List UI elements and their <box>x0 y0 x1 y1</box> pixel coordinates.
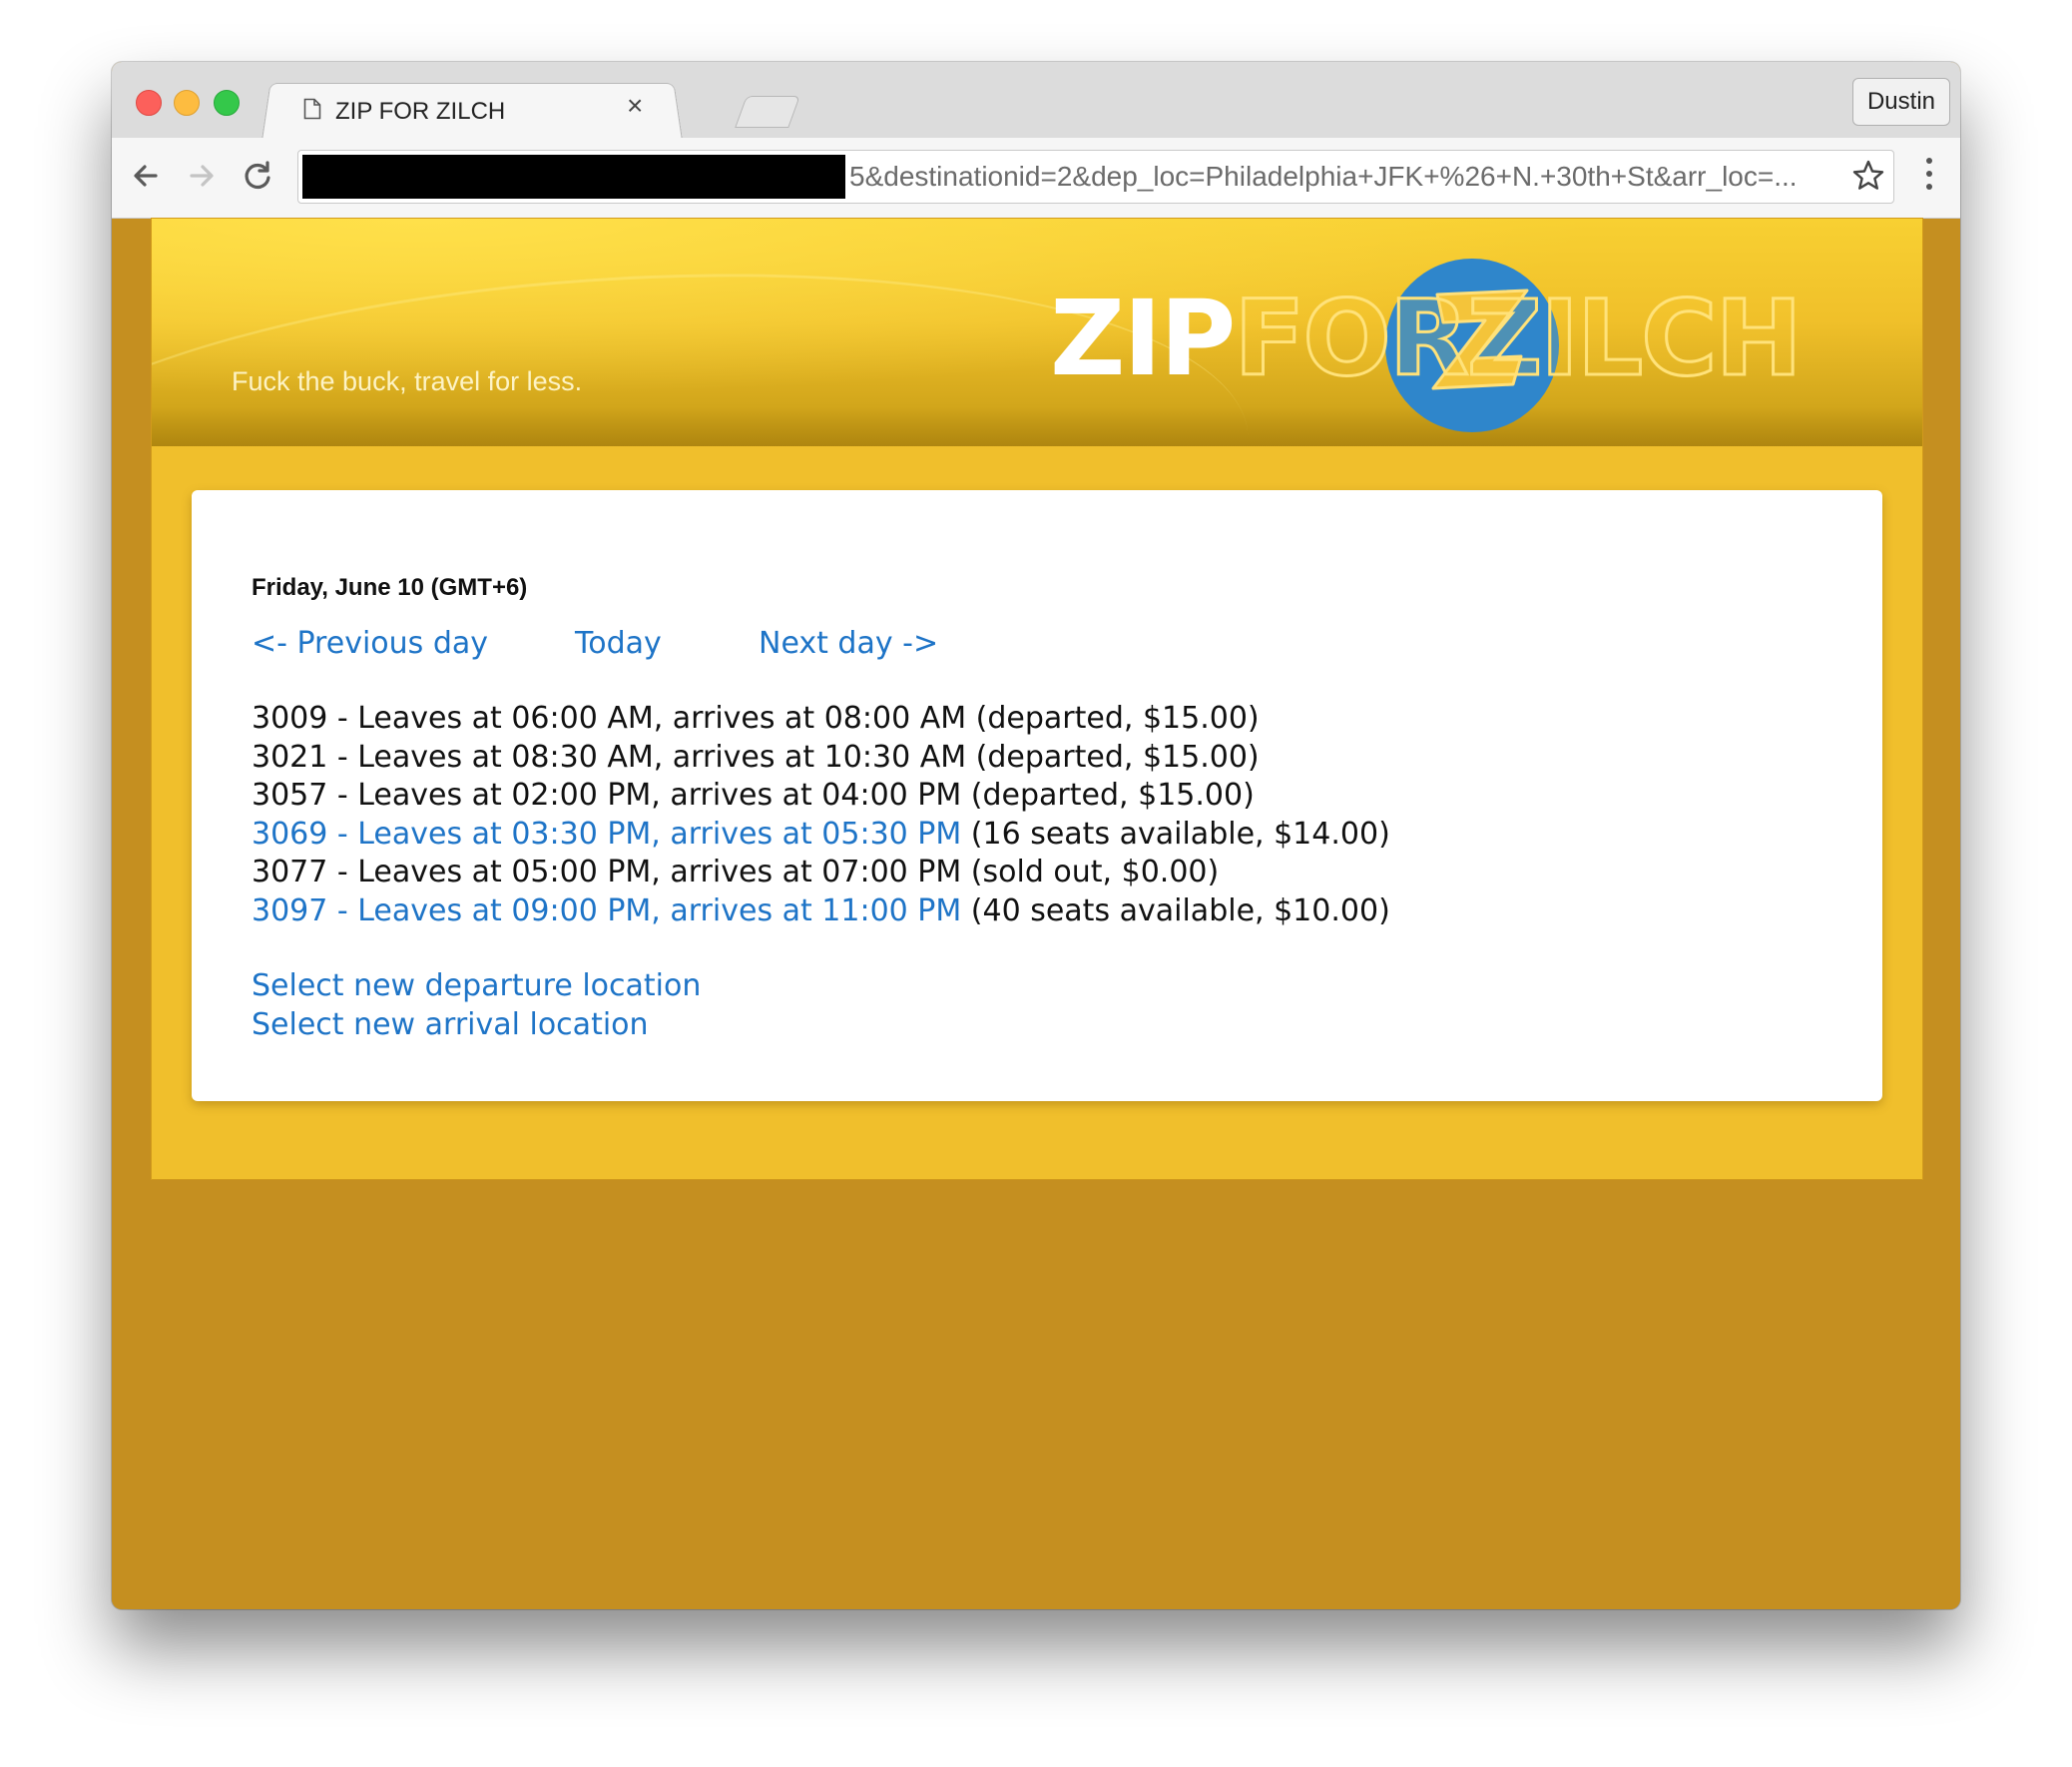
zoom-window-button[interactable] <box>214 90 240 116</box>
trip-item: 3069 - Leaves at 03:30 PM, arrives at 05… <box>252 816 1390 855</box>
browser-window: ZIP FOR ZILCH × Dustin 5&destinationid=2… <box>112 62 1960 1609</box>
select-arrival-location-link[interactable]: Select new arrival location <box>252 1006 701 1045</box>
page-viewport: Fuck the buck, travel for less. ZIPFORZI… <box>112 219 1960 1609</box>
logo-zip-text: ZIP <box>1050 278 1236 399</box>
trip-item: 3009 - Leaves at 06:00 AM, arrives at 08… <box>252 700 1390 739</box>
trip-item: 3021 - Leaves at 08:30 AM, arrives at 10… <box>252 739 1390 778</box>
schedule-card: Friday, June 10 (GMT+6) <- Previous day … <box>192 490 1882 1101</box>
zip-for-zilch-logo[interactable]: ZIPFORZILCH <box>1050 253 1804 432</box>
trip-status: (departed, $15.00) <box>966 701 1260 736</box>
trip-status: (sold out, $0.00) <box>961 855 1220 889</box>
previous-day-link[interactable]: <- Previous day <box>252 626 488 661</box>
address-bar[interactable]: 5&destinationid=2&dep_loc=Philadelphia+J… <box>297 150 1894 204</box>
next-day-link[interactable]: Next day -> <box>759 626 938 661</box>
trip-times: 3057 - Leaves at 02:00 PM, arrives at 04… <box>252 778 962 813</box>
today-link[interactable]: Today <box>575 626 662 661</box>
forward-arrow-icon[interactable] <box>182 156 222 196</box>
trip-times: 3077 - Leaves at 05:00 PM, arrives at 07… <box>252 855 962 889</box>
location-links: Select new departure location Select new… <box>252 967 701 1044</box>
select-departure-location-link[interactable]: Select new departure location <box>252 967 701 1006</box>
close-window-button[interactable] <box>136 90 162 116</box>
new-tab-button[interactable] <box>735 96 800 128</box>
active-tab-content[interactable]: ZIP FOR ZILCH × <box>281 80 671 138</box>
site-tagline: Fuck the buck, travel for less. <box>232 366 583 396</box>
trip-list: 3009 - Leaves at 06:00 AM, arrives at 08… <box>252 700 1390 930</box>
date-heading: Friday, June 10 (GMT+6) <box>252 574 528 601</box>
trip-status: (departed, $15.00) <box>966 739 1260 775</box>
trip-item: 3077 - Leaves at 05:00 PM, arrives at 07… <box>252 854 1390 892</box>
browser-menu-icon[interactable] <box>1926 158 1934 196</box>
tab-title: ZIP FOR ZILCH <box>335 98 506 125</box>
trip-item: 3097 - Leaves at 09:00 PM, arrives at 11… <box>252 892 1390 931</box>
trip-item: 3057 - Leaves at 02:00 PM, arrives at 04… <box>252 777 1390 816</box>
trip-times: 3009 - Leaves at 06:00 AM, arrives at 08… <box>252 701 967 736</box>
trip-times: 3021 - Leaves at 08:30 AM, arrives at 10… <box>252 739 967 775</box>
reload-icon[interactable] <box>238 156 277 196</box>
trip-book-link[interactable]: 3097 - Leaves at 09:00 PM, arrives at 11… <box>252 893 961 928</box>
profile-button[interactable]: Dustin <box>1851 78 1950 126</box>
close-tab-icon[interactable]: × <box>627 92 643 120</box>
trip-status: (departed, $15.00) <box>961 778 1255 813</box>
logo-wordmark: ZIPFORZILCH <box>1050 286 1804 392</box>
tab-strip: ZIP FOR ZILCH × Dustin <box>112 62 1960 141</box>
url-text: 5&destinationid=2&dep_loc=Philadelphia+J… <box>849 161 1798 192</box>
redacted-url-part <box>302 155 845 199</box>
trip-status: (40 seats available, $10.00) <box>961 892 1390 928</box>
browser-toolbar: 5&destinationid=2&dep_loc=Philadelphia+J… <box>112 138 1960 219</box>
logo-rest-text: FORZILCH <box>1233 278 1804 399</box>
site-banner: Fuck the buck, travel for less. ZIPFORZI… <box>152 219 1922 446</box>
minimize-window-button[interactable] <box>174 90 200 116</box>
page-icon <box>303 98 321 120</box>
trip-book-link[interactable]: 3069 - Leaves at 03:30 PM, arrives at 05… <box>252 817 961 852</box>
trip-status: (16 seats available, $14.00) <box>961 816 1390 852</box>
bookmark-star-icon[interactable] <box>1851 159 1885 193</box>
back-arrow-icon[interactable] <box>126 156 166 196</box>
site-container: Fuck the buck, travel for less. ZIPFORZI… <box>152 219 1922 1179</box>
